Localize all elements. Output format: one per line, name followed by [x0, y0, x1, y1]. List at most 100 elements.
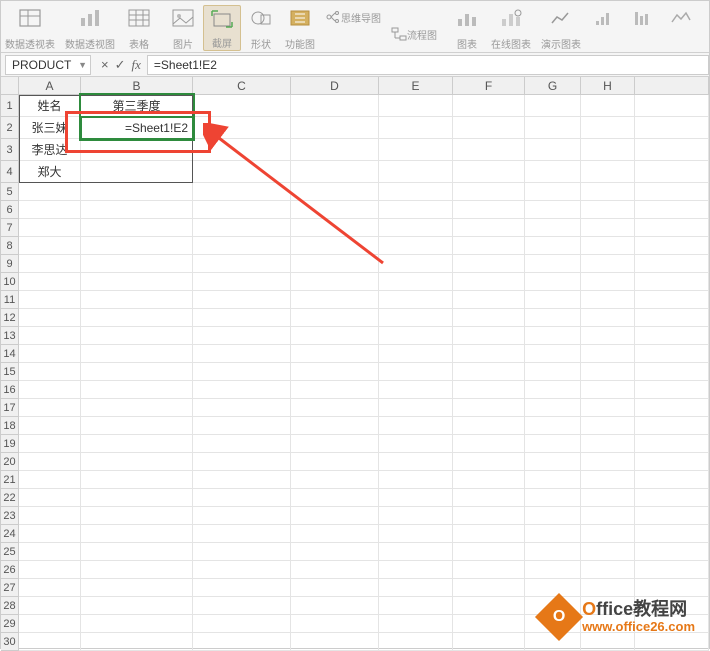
- cell-E12[interactable]: [379, 309, 453, 327]
- cell-C26[interactable]: [193, 561, 291, 579]
- cell-B18[interactable]: [81, 417, 193, 435]
- cell-G11[interactable]: [525, 291, 581, 309]
- column-header-A[interactable]: A: [19, 77, 81, 95]
- cell-C24[interactable]: [193, 525, 291, 543]
- cells-area[interactable]: 姓名第三季度张三妹=Sheet1!E2李思达郑大: [19, 95, 709, 645]
- ribbon-pivot-table[interactable]: 数据透视表: [1, 5, 59, 51]
- name-box-dropdown-icon[interactable]: ▼: [78, 60, 87, 70]
- cell-F4[interactable]: [453, 161, 525, 183]
- cell-F16[interactable]: [453, 381, 525, 399]
- cell-A7[interactable]: [19, 219, 81, 237]
- cell-F9[interactable]: [453, 255, 525, 273]
- ribbon-mindmap[interactable]: 思维导图: [321, 7, 385, 27]
- cell-empty[interactable]: [635, 161, 709, 183]
- cell-C2[interactable]: [193, 117, 291, 139]
- cell-D5[interactable]: [291, 183, 379, 201]
- cell-empty[interactable]: [635, 453, 709, 471]
- cell-G19[interactable]: [525, 435, 581, 453]
- cell-G4[interactable]: [525, 161, 581, 183]
- row-header-13[interactable]: 13: [1, 327, 19, 345]
- cell-C6[interactable]: [193, 201, 291, 219]
- row-header-1[interactable]: 1: [1, 95, 19, 117]
- cell-D25[interactable]: [291, 543, 379, 561]
- cell-B29[interactable]: [81, 615, 193, 633]
- cell-G5[interactable]: [525, 183, 581, 201]
- cell-H1[interactable]: [581, 95, 635, 117]
- cell-H19[interactable]: [581, 435, 635, 453]
- cell-D30[interactable]: [291, 633, 379, 651]
- cell-C20[interactable]: [193, 453, 291, 471]
- cell-E1[interactable]: [379, 95, 453, 117]
- cell-E8[interactable]: [379, 237, 453, 255]
- cell-F12[interactable]: [453, 309, 525, 327]
- column-header-D[interactable]: D: [291, 77, 379, 95]
- name-box[interactable]: PRODUCT ▼: [5, 55, 91, 75]
- cell-empty[interactable]: [635, 363, 709, 381]
- cell-E29[interactable]: [379, 615, 453, 633]
- ribbon-picture[interactable]: 图片: [165, 5, 201, 51]
- cell-H17[interactable]: [581, 399, 635, 417]
- cell-E15[interactable]: [379, 363, 453, 381]
- row-header-30[interactable]: 30: [1, 633, 19, 651]
- cell-F6[interactable]: [453, 201, 525, 219]
- cell-D17[interactable]: [291, 399, 379, 417]
- cell-G24[interactable]: [525, 525, 581, 543]
- cell-G13[interactable]: [525, 327, 581, 345]
- cell-D22[interactable]: [291, 489, 379, 507]
- cell-B25[interactable]: [81, 543, 193, 561]
- cell-B26[interactable]: [81, 561, 193, 579]
- cell-C17[interactable]: [193, 399, 291, 417]
- row-header-14[interactable]: 14: [1, 345, 19, 363]
- cell-D19[interactable]: [291, 435, 379, 453]
- cell-A17[interactable]: [19, 399, 81, 417]
- cell-empty[interactable]: [635, 95, 709, 117]
- cell-D7[interactable]: [291, 219, 379, 237]
- cell-D24[interactable]: [291, 525, 379, 543]
- cell-C22[interactable]: [193, 489, 291, 507]
- cell-empty[interactable]: [635, 345, 709, 363]
- cell-H12[interactable]: [581, 309, 635, 327]
- cell-E6[interactable]: [379, 201, 453, 219]
- cell-D9[interactable]: [291, 255, 379, 273]
- cell-C13[interactable]: [193, 327, 291, 345]
- cell-C5[interactable]: [193, 183, 291, 201]
- confirm-formula-button[interactable]: ✓: [115, 57, 126, 73]
- row-header-5[interactable]: 5: [1, 183, 19, 201]
- cell-A30[interactable]: [19, 633, 81, 651]
- cell-empty[interactable]: [635, 237, 709, 255]
- cell-D27[interactable]: [291, 579, 379, 597]
- cell-D10[interactable]: [291, 273, 379, 291]
- cell-F5[interactable]: [453, 183, 525, 201]
- cell-empty[interactable]: [635, 543, 709, 561]
- cell-B4[interactable]: [81, 161, 193, 183]
- cell-D26[interactable]: [291, 561, 379, 579]
- cell-E24[interactable]: [379, 525, 453, 543]
- cell-H3[interactable]: [581, 139, 635, 161]
- column-header-H[interactable]: H: [581, 77, 635, 95]
- cell-D11[interactable]: [291, 291, 379, 309]
- column-header-C[interactable]: C: [193, 77, 291, 95]
- cell-empty[interactable]: [635, 471, 709, 489]
- cell-empty[interactable]: [635, 255, 709, 273]
- cell-B10[interactable]: [81, 273, 193, 291]
- cell-G23[interactable]: [525, 507, 581, 525]
- cell-F30[interactable]: [453, 633, 525, 651]
- cell-H4[interactable]: [581, 161, 635, 183]
- cell-B1[interactable]: 第三季度: [81, 95, 193, 117]
- ribbon-function-chart[interactable]: 功能图: [281, 5, 319, 51]
- cell-B3[interactable]: [81, 139, 193, 161]
- cell-A5[interactable]: [19, 183, 81, 201]
- cell-E17[interactable]: [379, 399, 453, 417]
- cell-A19[interactable]: [19, 435, 81, 453]
- cell-empty[interactable]: [635, 561, 709, 579]
- cell-E22[interactable]: [379, 489, 453, 507]
- cell-C27[interactable]: [193, 579, 291, 597]
- cell-A8[interactable]: [19, 237, 81, 255]
- cell-G10[interactable]: [525, 273, 581, 291]
- cell-C7[interactable]: [193, 219, 291, 237]
- ribbon-demo-chart[interactable]: 演示图表: [537, 5, 585, 51]
- cell-F26[interactable]: [453, 561, 525, 579]
- cell-A28[interactable]: [19, 597, 81, 615]
- cell-E20[interactable]: [379, 453, 453, 471]
- row-header-29[interactable]: 29: [1, 615, 19, 633]
